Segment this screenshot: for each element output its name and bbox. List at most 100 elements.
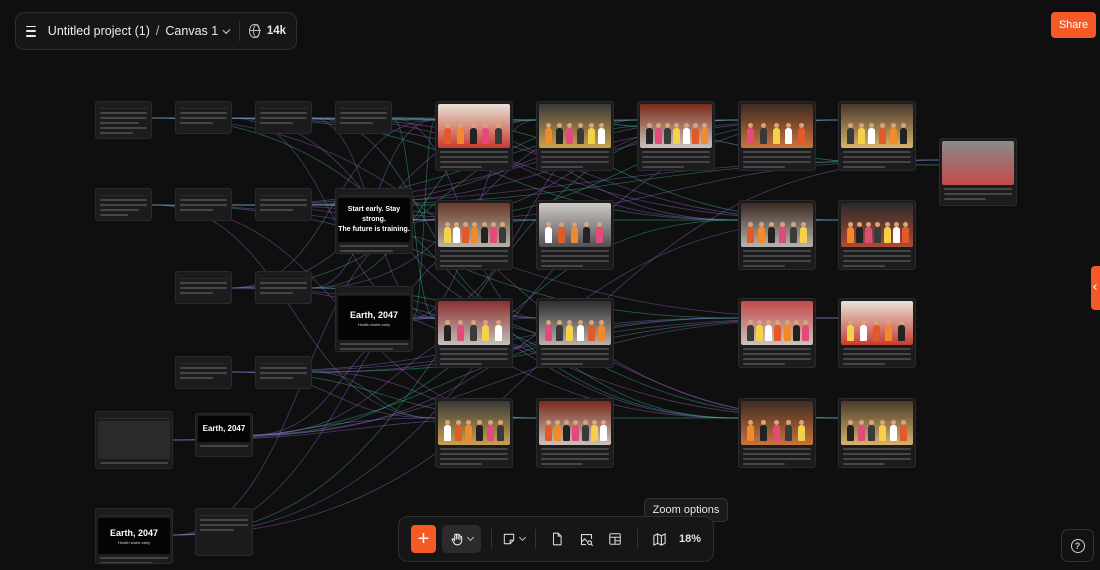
breadcrumb-separator: / [155, 24, 160, 38]
earth-title-text: Earth, 2047 [202, 424, 246, 433]
document-button[interactable] [546, 525, 569, 553]
image-node[interactable] [435, 298, 513, 368]
image-node[interactable] [536, 101, 614, 171]
image-node[interactable] [738, 101, 816, 171]
divider [490, 529, 492, 549]
generated-photo [942, 141, 1014, 185]
text-node[interactable] [95, 188, 152, 221]
globe-icon [249, 24, 262, 38]
connection-wire [412, 119, 436, 319]
add-button[interactable]: + [411, 525, 436, 553]
connection-wires [151, 117, 940, 536]
generated-photo [741, 104, 813, 148]
divider [534, 529, 536, 549]
connection-wire [311, 371, 436, 419]
hand-icon [451, 533, 463, 546]
divider [637, 529, 638, 549]
generated-photo [438, 301, 510, 345]
sticky-note-icon [503, 533, 515, 545]
text-node[interactable] [335, 101, 392, 134]
project-header: Untitled project (1) / Canvas 1 14k [15, 12, 297, 50]
minimap-button[interactable] [648, 525, 671, 553]
generated-photo [741, 401, 813, 445]
image-node[interactable] [435, 200, 513, 270]
image-node[interactable]: Earth, 2047 Health starts early [335, 286, 413, 352]
generated-photo [438, 401, 510, 445]
bottom-toolbar: + 18% [398, 516, 714, 562]
chevron-down-icon [518, 533, 526, 542]
document-icon [553, 532, 562, 546]
image-node[interactable] [838, 101, 916, 171]
generated-photo [539, 401, 611, 445]
slogan-thumbnail: Start early. Stay strong. The future is … [338, 198, 410, 242]
chevron-down-icon [466, 533, 474, 542]
image-node[interactable] [738, 398, 816, 468]
image-node[interactable] [435, 101, 513, 171]
text-node[interactable] [255, 188, 312, 221]
text-node[interactable] [255, 356, 312, 389]
earth-2047-thumbnail: Earth, 2047 Health starts early [338, 296, 410, 340]
generated-photo [741, 301, 813, 345]
hand-tool-button[interactable] [441, 525, 481, 553]
canvas[interactable]: Earth, 2047 Health starts early Earth, 2… [0, 0, 1100, 570]
earth-subtitle-text: Health starts early [357, 321, 391, 327]
image-node[interactable] [838, 398, 916, 468]
image-placeholder-node[interactable] [95, 411, 173, 469]
hamburger-menu-icon[interactable] [26, 25, 36, 37]
layout-icon [609, 533, 622, 545]
text-node[interactable]: Earth, 2047 Health starts early [95, 508, 173, 564]
map-icon [653, 532, 666, 546]
image-node[interactable] [738, 200, 816, 270]
sticky-note-button[interactable] [502, 525, 526, 553]
image-node[interactable] [939, 138, 1017, 206]
earth-title-text: Earth, 2047 [109, 527, 159, 538]
generated-photo [841, 203, 913, 247]
text-node[interactable] [95, 101, 152, 139]
text-node[interactable] [255, 271, 312, 304]
generated-photo [841, 401, 913, 445]
generated-photo [438, 104, 510, 148]
image-search-icon [580, 533, 594, 546]
earth-subtitle-text: Health starts early [117, 539, 151, 545]
project-name[interactable]: Untitled project (1) [48, 24, 150, 38]
image-node[interactable] [637, 101, 715, 171]
share-button[interactable]: Share [1051, 12, 1096, 38]
image-search-button[interactable] [575, 525, 598, 553]
generated-photo [539, 203, 611, 247]
divider [238, 21, 240, 41]
generated-photo [841, 301, 913, 345]
generated-photo [640, 104, 712, 148]
earth-2047-thumbnail: Earth, 2047 [198, 416, 250, 442]
generated-photo [741, 203, 813, 247]
layout-button[interactable] [604, 525, 627, 553]
canvas-name[interactable]: Canvas 1 [165, 24, 218, 38]
image-node[interactable] [435, 398, 513, 468]
credit-count: 14k [266, 25, 286, 37]
generated-photo [841, 104, 913, 148]
image-node[interactable] [536, 200, 614, 270]
generated-photo [539, 301, 611, 345]
side-panel-toggle[interactable] [1091, 266, 1100, 310]
help-button[interactable]: ? [1061, 529, 1094, 562]
image-node[interactable] [838, 200, 916, 270]
image-node[interactable] [536, 398, 614, 468]
generated-photo [438, 203, 510, 247]
text-node[interactable] [195, 508, 253, 556]
image-node[interactable] [738, 298, 816, 368]
slogan-text: Start early. Stay strong. The future is … [338, 206, 410, 233]
image-node[interactable]: Earth, 2047 [195, 413, 253, 457]
text-node[interactable] [175, 101, 232, 134]
zoom-level[interactable]: 18% [679, 533, 701, 545]
generated-photo [539, 104, 611, 148]
earth-title-text: Earth, 2047 [349, 309, 399, 320]
image-node[interactable] [838, 298, 916, 368]
earth-2047-thumbnail: Earth, 2047 Health starts early [98, 518, 170, 554]
text-node[interactable] [175, 271, 232, 304]
text-node[interactable] [175, 356, 232, 389]
text-node[interactable] [255, 101, 312, 134]
help-icon: ? [1070, 538, 1085, 553]
image-node[interactable] [536, 298, 614, 368]
chevron-down-icon[interactable] [222, 25, 231, 34]
image-node[interactable]: Start early. Stay strong. The future is … [335, 188, 413, 254]
text-node[interactable] [175, 188, 232, 221]
